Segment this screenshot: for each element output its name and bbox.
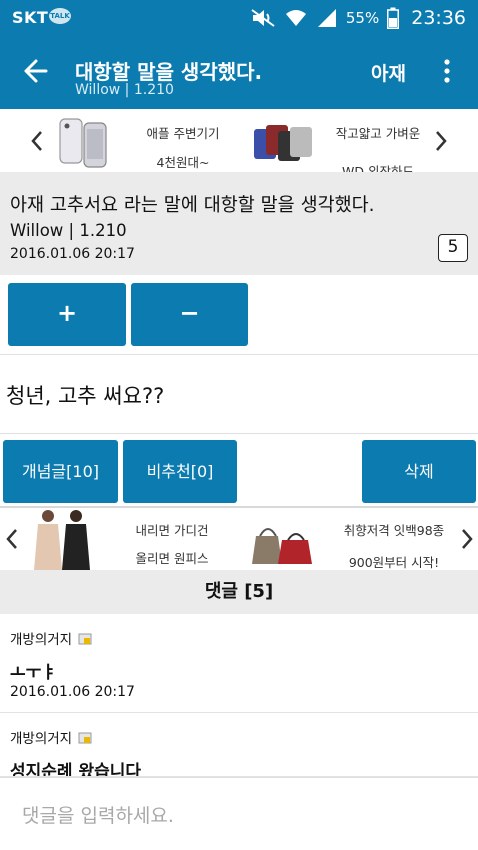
comments-header: 댓글 [5] (0, 570, 478, 614)
app-bar-subtitle: Willow | 1.210 (75, 82, 174, 98)
phone-case-image (59, 118, 107, 168)
ad-banner-top[interactable]: 애플 주변기기 4천원대~ 작고얇고 가벼운 WD 외장하드 (0, 106, 478, 173)
comment-item: 개방의거지 ㅗㅜㅑ 2016.01.06 20:17 (0, 614, 478, 713)
chevron-left-icon[interactable] (30, 129, 44, 153)
not-recommend-button[interactable]: 비추천[0] (123, 440, 237, 503)
kakaotalk-notification-icon: TALK (49, 8, 71, 24)
comment-count-badge[interactable]: 5 (438, 234, 468, 262)
ad-bottom-line3: 취향저격 잇백98종 (343, 523, 445, 538)
carrier-label: SKT (12, 8, 49, 27)
comment-input-bar (0, 777, 478, 850)
post-title: 아재 고추서요 라는 말에 대항할 말을 생각했다. (10, 195, 375, 216)
post-header: 아재 고추서요 라는 말에 대항할 말을 생각했다. Willow | 1.21… (0, 172, 478, 275)
chevron-left-icon[interactable] (5, 527, 19, 551)
ad-top-line3: 작고얇고 가벼운 (335, 126, 421, 141)
ad-banner-bottom[interactable]: 내리면 가디건 올리면 원피스 취향저격 잇백98종 900원부터 시작! (0, 506, 478, 570)
mute-icon (251, 9, 275, 27)
delete-button[interactable]: 삭제 (362, 440, 476, 503)
wifi-icon (285, 10, 306, 26)
ad-bottom-line4: 900원부터 시작! (348, 555, 440, 570)
signal-icon (317, 9, 336, 27)
app-bar-title: 대항할 말을 생각했다. (75, 60, 263, 84)
chevron-right-icon[interactable] (434, 129, 448, 153)
more-vert-icon[interactable] (437, 58, 457, 84)
action-row: 개념글[10] 비추천[0] 삭제 (0, 434, 478, 506)
external-hdd-image (254, 125, 312, 161)
comment-author-name: 개방의거지 (10, 731, 73, 747)
chevron-right-icon[interactable] (460, 527, 474, 551)
comment-text: ㅗㅜㅑ (10, 663, 57, 683)
clock: 23:36 (411, 7, 466, 29)
post-author: Willow | 1.210 (10, 221, 127, 240)
battery-icon (387, 7, 400, 29)
ad-bottom-line2: 올리면 원피스 (135, 551, 209, 566)
post-body: 청년, 고추 써요?? (0, 356, 478, 434)
comment-author: 개방의거지 (10, 727, 92, 747)
ad-top-line1: 애플 주변기기 (146, 126, 220, 141)
ad-top-line2: 4천원대~ (156, 155, 210, 170)
recommend-button[interactable]: 개념글[10] (3, 440, 118, 503)
back-arrow-icon[interactable] (22, 57, 50, 85)
ad-bottom-line1: 내리면 가디건 (135, 523, 209, 538)
user-badge-icon (78, 732, 92, 744)
vote-row: + − (0, 275, 478, 355)
handbag-image (252, 528, 312, 564)
comment-author: 개방의거지 (10, 628, 92, 648)
status-icons: 55% 23:36 (250, 6, 466, 30)
post-date: 2016.01.06 20:17 (10, 246, 135, 262)
comment-text: 성지순례 왔습니다 (10, 762, 142, 777)
comment-date: 2016.01.06 20:17 (10, 684, 135, 700)
comment-input[interactable] (10, 796, 468, 836)
user-badge-icon (78, 633, 92, 645)
post-body-text: 청년, 고추 써요?? (6, 384, 165, 408)
comment-author-name: 개방의거지 (10, 632, 73, 648)
downvote-button[interactable]: − (131, 283, 248, 346)
comment-item: 개방의거지 성지순례 왔습니다 (0, 713, 478, 777)
fashion-model-image (34, 510, 90, 570)
battery-percent: 55% (345, 9, 380, 27)
upvote-button[interactable]: + (8, 283, 126, 346)
status-bar: SKT TALK 55% 23:36 (0, 0, 478, 36)
app-bar: 대항할 말을 생각했다. Willow | 1.210 아재 (0, 36, 478, 106)
app-bar-title-secondary: 아재 (371, 63, 405, 85)
